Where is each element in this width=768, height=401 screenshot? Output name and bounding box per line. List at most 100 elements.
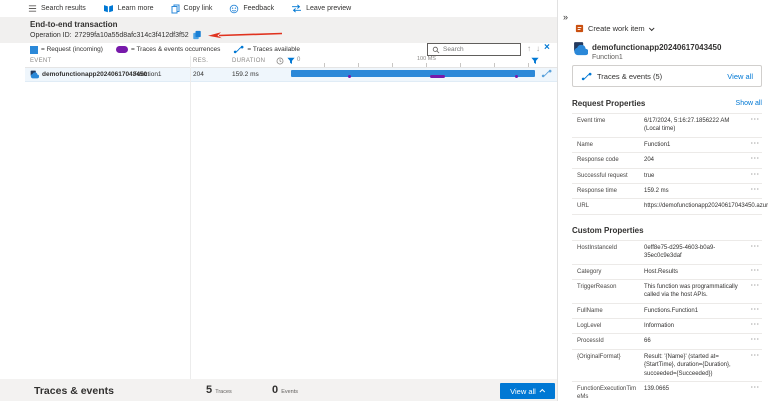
more-options-icon[interactable] <box>751 172 762 178</box>
leave-preview-icon <box>291 4 302 13</box>
feedback-icon <box>229 4 239 14</box>
row-response-code: 204 <box>193 71 204 78</box>
property-label: FullName <box>577 307 639 315</box>
search-results-button[interactable]: Search results <box>28 4 86 13</box>
property-value: Host.Results <box>644 268 746 276</box>
property-label: Category <box>577 268 639 276</box>
properties-column: Request Properties Show all Event time 6… <box>572 97 762 401</box>
property-row: FunctionExecutionTimeMs 139.0665 <box>572 382 762 401</box>
more-options-icon[interactable] <box>751 244 762 250</box>
view-all-label: View all <box>510 387 536 396</box>
property-value: 139.0665 <box>644 385 746 393</box>
custom-properties-table: HostInstanceId 0eff8e75-d295-4603-b0a9-3… <box>572 240 762 401</box>
footer-traces-count: 5 Traces <box>206 384 232 396</box>
property-row: Event time 6/17/2024, 5:16:27.1856222 AM… <box>572 114 762 138</box>
property-label: URL <box>577 202 639 210</box>
function-app-icon <box>573 41 588 56</box>
chevron-up-icon <box>539 389 545 395</box>
footer-events-count: 0 Events <box>272 384 298 396</box>
toolbar-item-label: Feedback <box>243 5 274 12</box>
more-options-icon[interactable] <box>751 353 762 359</box>
property-label: {OriginalFormat} <box>577 353 639 361</box>
property-value: Result: '{Name}' (started at={StartTime}… <box>644 353 746 378</box>
view-all-button[interactable]: View all <box>500 383 555 399</box>
previous-result-icon[interactable]: ↑ <box>527 44 531 53</box>
search-input[interactable] <box>443 46 516 53</box>
property-row: Successful request true <box>572 169 762 184</box>
feedback-button[interactable]: Feedback <box>229 4 274 14</box>
column-divider[interactable] <box>190 56 191 379</box>
more-options-icon[interactable] <box>751 117 762 123</box>
property-value: Function1 <box>644 141 746 149</box>
more-options-icon[interactable] <box>751 307 762 313</box>
property-label: TriggerReason <box>577 283 639 291</box>
trace-occurrence-marker <box>515 75 518 78</box>
row-duration: 159.2 ms <box>232 71 259 78</box>
card-view-all-link[interactable]: View all <box>727 72 753 81</box>
request-properties-table: Event time 6/17/2024, 5:16:27.1856222 AM… <box>572 113 762 215</box>
row-app-name: demofunctionapp20240617043450 <box>42 71 147 78</box>
operation-id-value: 27299fa10a55d8afc314c3f412df3f52 <box>75 32 189 39</box>
page-title: End-to-end transaction <box>30 20 118 29</box>
property-row: {OriginalFormat} Result: '{Name}' (start… <box>572 350 762 382</box>
traces-available-icon[interactable] <box>541 69 552 78</box>
traces-count-value: 5 <box>206 384 212 396</box>
more-options-icon[interactable] <box>751 268 762 274</box>
property-label: LogLevel <box>577 322 639 330</box>
next-result-icon[interactable]: ↓ <box>536 44 540 53</box>
traces-available-icon <box>581 72 592 81</box>
close-search-icon[interactable]: × <box>544 42 550 53</box>
more-options-icon[interactable] <box>751 187 762 193</box>
property-value: 0eff8e75-d295-4603-b0a9-35ec0c9e3daf <box>644 244 746 261</box>
show-all-link[interactable]: Show all <box>736 100 762 107</box>
collapse-panel-icon[interactable] <box>563 12 568 22</box>
property-label: FunctionExecutionTimeMs <box>577 385 639 401</box>
traces-available-icon <box>233 45 244 54</box>
column-header-res[interactable]: RES. <box>193 58 208 64</box>
footer-title: Traces & events <box>34 385 114 397</box>
column-header-duration[interactable]: DURATION <box>232 58 265 64</box>
property-label: Successful request <box>577 172 639 180</box>
create-work-item-button[interactable]: Create work item <box>575 24 653 33</box>
learn-more-button[interactable]: Learn more <box>103 4 154 13</box>
property-value: Information <box>644 322 746 330</box>
row-operation-name: Function1 <box>133 71 162 78</box>
range-filter-start-icon[interactable] <box>287 57 295 65</box>
request-timeline-bar[interactable] <box>291 70 535 77</box>
copy-operation-id-icon[interactable] <box>192 30 202 40</box>
legend-available: = Traces available <box>233 45 300 54</box>
column-header-event[interactable]: EVENT <box>30 58 52 64</box>
toolbar-item-label: Leave preview <box>306 5 351 12</box>
occurrences-swatch-icon <box>116 46 128 53</box>
clock-icon <box>276 57 284 65</box>
property-row: HostInstanceId 0eff8e75-d295-4603-b0a9-3… <box>572 241 762 265</box>
property-value: true <box>644 172 746 180</box>
property-row: URL https://demofunctionapp2024061704345… <box>572 199 762 214</box>
request-swatch-icon <box>30 46 38 54</box>
request-properties-header: Request Properties Show all <box>572 99 762 108</box>
request-row-icon <box>30 70 39 79</box>
axis-tick-100ms: 100 MS <box>417 56 436 62</box>
create-work-item-label: Create work item <box>588 24 645 33</box>
property-value: This function was programmatically calle… <box>644 283 746 300</box>
property-label: Event time <box>577 117 639 125</box>
copy-link-button[interactable]: Copy link <box>171 4 213 14</box>
request-properties-title: Request Properties <box>572 99 645 108</box>
events-count-value: 0 <box>272 384 278 396</box>
property-row: TriggerReason This function was programm… <box>572 280 762 304</box>
traces-events-card[interactable]: Traces & events (5) View all <box>572 65 762 87</box>
leave-preview-button[interactable]: Leave preview <box>291 4 351 13</box>
property-row: Response code 204 <box>572 153 762 168</box>
more-options-icon[interactable] <box>751 156 762 162</box>
more-options-icon[interactable] <box>751 322 762 328</box>
search-icon <box>432 46 440 54</box>
more-options-icon[interactable] <box>751 385 762 391</box>
more-options-icon[interactable] <box>751 337 762 343</box>
chevron-down-icon <box>649 25 655 31</box>
trace-occurrence-marker <box>348 75 351 78</box>
work-item-icon <box>575 24 584 33</box>
more-options-icon[interactable] <box>751 141 762 147</box>
property-row: FullName Functions.Function1 <box>572 304 762 319</box>
range-filter-end-icon[interactable] <box>531 57 539 65</box>
more-options-icon[interactable] <box>751 283 762 289</box>
